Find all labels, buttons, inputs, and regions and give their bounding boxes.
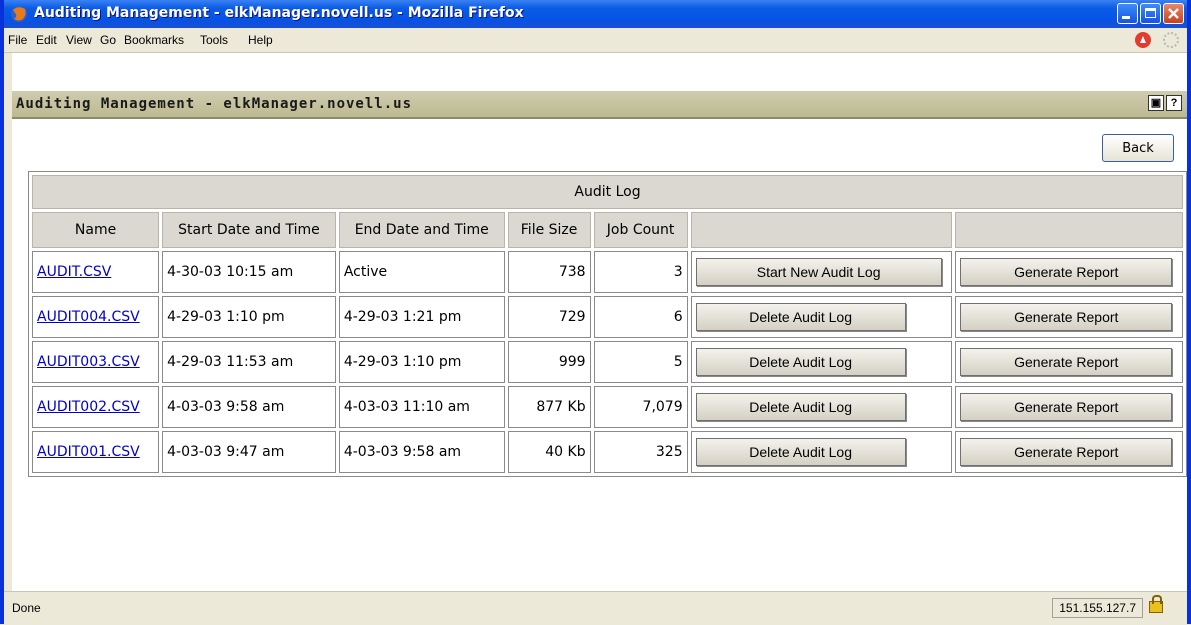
minimize-icon bbox=[1122, 16, 1130, 19]
status-bar: Done 151.155.127.7 bbox=[4, 591, 1187, 625]
minimize-button[interactable] bbox=[1117, 3, 1138, 24]
table-caption: Audit Log bbox=[32, 175, 1183, 209]
end-cell: 4-29-03 1:21 pm bbox=[338, 296, 505, 338]
page-header: Auditing Management - elkManager.novell.… bbox=[12, 91, 1187, 119]
maximize-icon bbox=[1145, 8, 1156, 18]
size-cell: 999 bbox=[507, 341, 591, 383]
delete-audit-log-button[interactable]: Delete Audit Log bbox=[695, 438, 906, 466]
table-row: AUDIT002.CSV 4-03-03 9:58 am 4-03-03 11:… bbox=[32, 386, 1183, 428]
jobs-cell: 5 bbox=[593, 341, 688, 383]
size-cell: 877 Kb bbox=[507, 386, 591, 428]
action-cell: Delete Audit Log bbox=[690, 296, 953, 338]
action-cell: Delete Audit Log bbox=[690, 431, 953, 473]
audit-file-link[interactable]: AUDIT.CSV bbox=[37, 264, 111, 280]
status-ip-address: 151.155.127.7 bbox=[1052, 598, 1143, 618]
table-row: AUDIT003.CSV 4-29-03 11:53 am 4-29-03 1:… bbox=[32, 341, 1183, 383]
col-header-size: File Size bbox=[507, 212, 591, 248]
window-title: Auditing Management - elkManager.novell.… bbox=[34, 5, 524, 21]
name-cell: AUDIT003.CSV bbox=[32, 341, 160, 383]
col-header-name: Name bbox=[32, 212, 160, 248]
name-cell: AUDIT001.CSV bbox=[32, 431, 160, 473]
jobs-cell: 6 bbox=[593, 296, 688, 338]
jobs-cell: 3 bbox=[593, 251, 688, 293]
stop-icon[interactable] bbox=[1135, 32, 1151, 48]
start-cell: 4-29-03 1:10 pm bbox=[162, 296, 336, 338]
maximize-button[interactable] bbox=[1140, 3, 1161, 24]
help-icon[interactable]: ? bbox=[1166, 95, 1182, 111]
col-header-action bbox=[690, 212, 953, 248]
start-cell: 4-30-03 10:15 am bbox=[162, 251, 336, 293]
delete-audit-log-button[interactable]: Delete Audit Log bbox=[695, 393, 906, 421]
end-cell: 4-29-03 1:10 pm bbox=[338, 341, 505, 383]
audit-file-link[interactable]: AUDIT002.CSV bbox=[37, 399, 140, 415]
delete-audit-log-button[interactable]: Delete Audit Log bbox=[695, 348, 906, 376]
jobs-cell: 7,079 bbox=[593, 386, 688, 428]
caption-row: Audit Log bbox=[32, 175, 1183, 209]
generate-report-button[interactable]: Generate Report bbox=[960, 438, 1173, 466]
report-cell: Generate Report bbox=[955, 386, 1183, 428]
report-cell: Generate Report bbox=[955, 296, 1183, 338]
menu-go[interactable]: Go bbox=[100, 33, 116, 47]
generate-report-button[interactable]: Generate Report bbox=[960, 393, 1173, 421]
audit-log-table: Audit Log Name Start Date and Time End D… bbox=[28, 171, 1187, 477]
size-cell: 40 Kb bbox=[507, 431, 591, 473]
generate-report-button[interactable]: Generate Report bbox=[960, 303, 1173, 331]
col-header-jobs: Job Count bbox=[593, 212, 688, 248]
audit-file-link[interactable]: AUDIT004.CSV bbox=[37, 309, 140, 325]
audit-file-link[interactable]: AUDIT001.CSV bbox=[37, 444, 140, 460]
table-row: AUDIT001.CSV 4-03-03 9:47 am 4-03-03 9:5… bbox=[32, 431, 1183, 473]
delete-audit-log-button[interactable]: Delete Audit Log bbox=[695, 303, 906, 331]
report-cell: Generate Report bbox=[955, 431, 1183, 473]
report-cell: Generate Report bbox=[955, 341, 1183, 383]
start-cell: 4-03-03 9:47 am bbox=[162, 431, 336, 473]
col-header-start: Start Date and Time bbox=[162, 212, 336, 248]
table-row: AUDIT.CSV 4-30-03 10:15 am Active 738 3 … bbox=[32, 251, 1183, 293]
audit-file-link[interactable]: AUDIT003.CSV bbox=[37, 354, 140, 370]
end-cell: Active bbox=[338, 251, 505, 293]
throbber-icon bbox=[1163, 32, 1179, 48]
end-cell: 4-03-03 11:10 am bbox=[338, 386, 505, 428]
page-title: Auditing Management - elkManager.novell.… bbox=[16, 96, 413, 112]
size-cell: 729 bbox=[507, 296, 591, 338]
name-cell: AUDIT004.CSV bbox=[32, 296, 160, 338]
name-cell: AUDIT002.CSV bbox=[32, 386, 160, 428]
size-cell: 738 bbox=[507, 251, 591, 293]
menu-file[interactable]: File bbox=[8, 33, 27, 47]
action-cell: Delete Audit Log bbox=[690, 341, 953, 383]
start-new-audit-log-button[interactable]: Start New Audit Log bbox=[695, 258, 942, 286]
close-icon bbox=[1168, 8, 1179, 19]
menu-bookmarks[interactable]: Bookmarks bbox=[124, 33, 184, 47]
menu-view[interactable]: View bbox=[66, 33, 92, 47]
status-text: Done bbox=[12, 601, 41, 615]
back-button[interactable]: Back bbox=[1102, 134, 1174, 162]
col-header-end: End Date and Time bbox=[338, 212, 505, 248]
menu-edit[interactable]: Edit bbox=[36, 33, 57, 47]
generate-report-button[interactable]: Generate Report bbox=[960, 258, 1173, 286]
close-button[interactable] bbox=[1163, 3, 1184, 24]
header-row: Name Start Date and Time End Date and Ti… bbox=[32, 212, 1183, 248]
title-bar: Auditing Management - elkManager.novell.… bbox=[4, 0, 1187, 28]
menu-bar: File Edit View Go Bookmarks Tools Help bbox=[4, 28, 1187, 53]
action-cell: Start New Audit Log bbox=[690, 251, 953, 293]
lock-icon[interactable] bbox=[1149, 595, 1163, 613]
start-cell: 4-03-03 9:58 am bbox=[162, 386, 336, 428]
menu-tools[interactable]: Tools bbox=[200, 33, 228, 47]
col-header-report bbox=[955, 212, 1183, 248]
menu-help[interactable]: Help bbox=[248, 33, 273, 47]
action-cell: Delete Audit Log bbox=[690, 386, 953, 428]
firefox-icon bbox=[11, 6, 27, 22]
report-cell: Generate Report bbox=[955, 251, 1183, 293]
name-cell: AUDIT.CSV bbox=[32, 251, 160, 293]
table-row: AUDIT004.CSV 4-29-03 1:10 pm 4-29-03 1:2… bbox=[32, 296, 1183, 338]
generate-report-button[interactable]: Generate Report bbox=[960, 348, 1173, 376]
start-cell: 4-29-03 11:53 am bbox=[162, 341, 336, 383]
jobs-cell: 325 bbox=[593, 431, 688, 473]
launch-icon[interactable]: ▣ bbox=[1148, 95, 1164, 111]
end-cell: 4-03-03 9:58 am bbox=[338, 431, 505, 473]
browser-window: Auditing Management - elkManager.novell.… bbox=[0, 0, 1191, 625]
